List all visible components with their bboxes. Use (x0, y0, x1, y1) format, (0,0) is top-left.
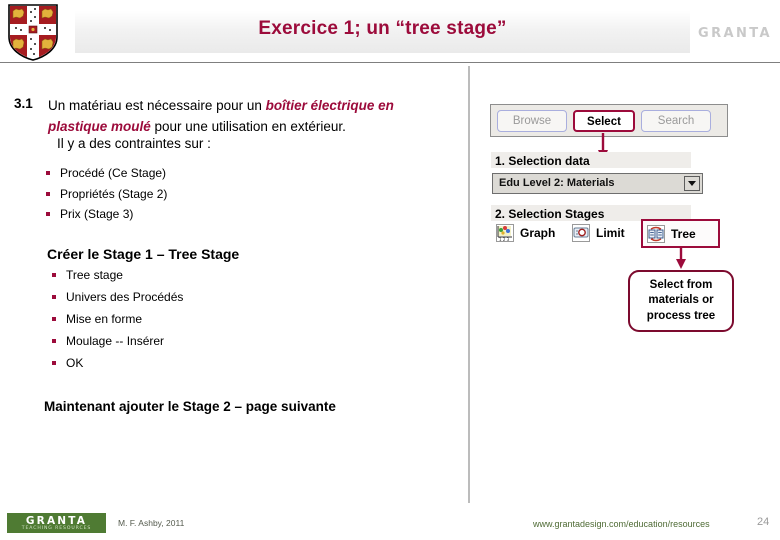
list-item: Mise en forme (50, 312, 183, 326)
granta-footer-tagline: TEACHING RESOURCES (21, 526, 92, 531)
question-number: 3.1 (14, 96, 33, 111)
callout-text: Select from materials or process tree (646, 279, 716, 322)
next-page-note: Maintenant ajouter le Stage 2 – page sui… (44, 399, 336, 414)
stage-button-limit[interactable]: Limit (572, 224, 625, 242)
stage1-steps-list: Tree stage Univers des Procédés Mise en … (50, 268, 183, 378)
header-divider-rule (0, 62, 780, 63)
limit-icon (572, 224, 590, 242)
column-divider (468, 66, 470, 503)
chevron-down-icon[interactable] (684, 176, 700, 191)
selection-stages-label: 2. Selection Stages (495, 207, 605, 221)
selection-data-dropdown-value: Edu Level 2: Materials (499, 177, 615, 189)
app-tab-strip: Browse Select Search (490, 104, 728, 137)
stage-button-graph[interactable]: 1 2 3 Graph (496, 224, 555, 242)
list-item: Procédé (Ce Stage) (44, 166, 167, 180)
stage-button-tree-label: Tree (671, 227, 696, 241)
tab-select[interactable]: Select (573, 110, 635, 132)
question-constraints-intro: Il y a des contraintes sur : (57, 136, 211, 151)
granta-header-logo: GRANTA (698, 26, 772, 41)
callout-box: Select from materials or process tree (628, 270, 734, 332)
question-text-part1: Un matériau est nécessaire pour un (48, 98, 266, 113)
annotation-arrow-to-callout (675, 248, 687, 270)
list-item: Moulage -- Insérer (50, 334, 183, 348)
question-text: Un matériau est nécessaire pour un boîti… (48, 96, 448, 137)
footer-url[interactable]: www.grantadesign.com/education/resources (533, 519, 710, 529)
stage-button-graph-label: Graph (520, 226, 556, 240)
list-item: Univers des Procédés (50, 290, 183, 304)
stage-button-tree[interactable]: Tree (641, 219, 720, 248)
page-number: 24 (757, 516, 770, 528)
list-item: Tree stage (50, 268, 183, 282)
selection-data-label: 1. Selection data (495, 154, 590, 168)
svg-text:1 2 3: 1 2 3 (499, 237, 510, 242)
university-crest-icon (7, 3, 59, 61)
app-screenshot-mockup: Browse Select Search (490, 104, 738, 137)
graph-icon: 1 2 3 (496, 224, 514, 242)
granta-footer-logo: GRANTA TEACHING RESOURCES (7, 513, 106, 533)
tab-search[interactable]: Search (641, 110, 711, 132)
slide-header: Exercice 1; un “tree stage” GRANTA (0, 0, 780, 63)
stage-button-tree-inner: Tree (647, 225, 696, 243)
stage-button-limit-label: Limit (596, 226, 625, 240)
list-item: Propriétés (Stage 2) (44, 187, 167, 201)
constraints-list: Procédé (Ce Stage) Propriétés (Stage 2) … (44, 166, 167, 228)
tree-icon (647, 225, 665, 243)
selection-data-dropdown[interactable]: Edu Level 2: Materials (492, 173, 703, 194)
list-item: Prix (Stage 3) (44, 207, 167, 221)
page-title: Exercice 1; un “tree stage” (258, 18, 507, 39)
tab-browse[interactable]: Browse (497, 110, 567, 132)
stage1-heading: Créer le Stage 1 – Tree Stage (47, 246, 240, 262)
list-item: OK (50, 356, 183, 370)
author-credit: M. F. Ashby, 2011 (118, 518, 185, 528)
question-text-part2: pour une utilisation en extérieur. (150, 118, 346, 134)
